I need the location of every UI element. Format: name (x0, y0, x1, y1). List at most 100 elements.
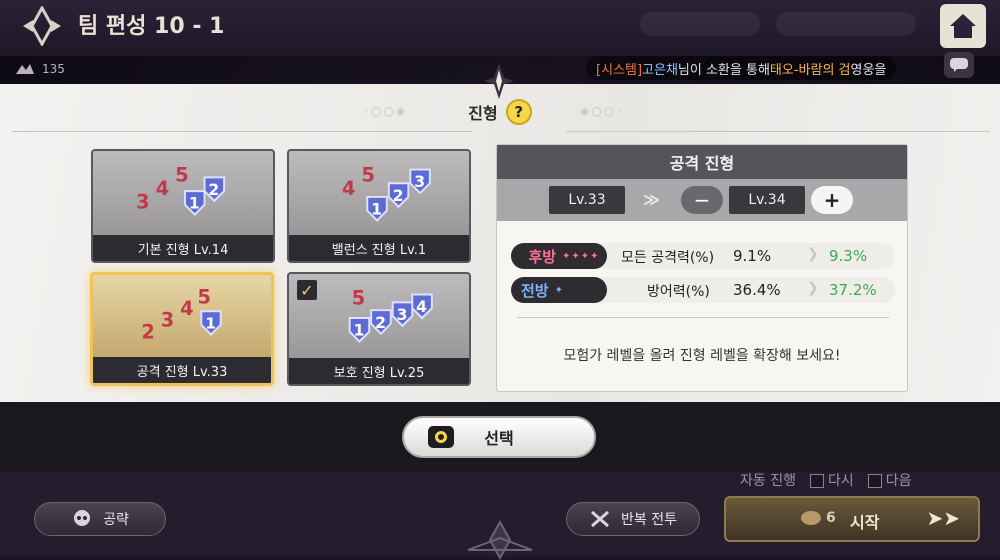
repeat-battle-button[interactable]: 반복 전투 (566, 502, 700, 536)
chat-text-2: 영웅을 (850, 62, 887, 78)
stat-name: 모든 공격력(%) (621, 250, 715, 266)
formation-figure-icon: 4 5 1 2 3 (342, 163, 431, 222)
svg-text:1: 1 (189, 194, 200, 213)
svg-text:4: 4 (342, 177, 356, 200)
svg-text:4: 4 (180, 297, 193, 320)
detail-note: 모험가 레벨을 올려 진형 레벨을 확장해 보세요! (563, 348, 841, 364)
formation-figure-icon: 5 1 2 3 4 (348, 286, 433, 343)
top-bar: 팀 편성 10 - 1 (0, 0, 1000, 56)
svg-text:2: 2 (375, 313, 386, 332)
svg-text:3: 3 (414, 172, 425, 191)
crossed-swords-icon (591, 510, 609, 528)
level-plus-button[interactable]: + (811, 186, 853, 214)
stat-value: 36.4% (733, 281, 781, 299)
select-button[interactable]: 선택 (402, 416, 596, 458)
option-next-label: 다음 (885, 473, 912, 489)
player-level: 135 (14, 62, 65, 76)
formation-detail: 공격 진형 Lv.33 ≫ − Lv.34 + 후방 ✦✦✦✦ 모든 공격력(%… (496, 144, 908, 392)
formation-label: 밸런스 진형 Lv.1 (289, 235, 469, 261)
stat-stars-icon: ✦✦✦✦ (562, 250, 600, 262)
svg-text:3: 3 (161, 309, 174, 332)
stamina-cost: 6 (800, 510, 836, 526)
option-retry[interactable]: 다시 (809, 470, 854, 490)
player-icon (16, 64, 34, 74)
current-level: Lv.33 (549, 186, 625, 214)
stat-tag-front: 전방 ✦ (511, 277, 607, 303)
stat-tag-label: 전방 (521, 281, 549, 300)
stat-tag-rear: 후방 ✦✦✦✦ (511, 243, 607, 269)
svg-text:2: 2 (208, 180, 219, 199)
stamina-icon (801, 511, 821, 525)
resource-slot-1 (640, 12, 760, 36)
back-icon (23, 6, 61, 46)
stat-value: 9.1% (733, 247, 772, 265)
page-title: 팀 편성 10 - 1 (78, 14, 225, 39)
skull-icon (74, 510, 91, 526)
svg-text:1: 1 (354, 321, 365, 340)
level-arrows-icon: ≫ (643, 190, 660, 209)
chevron-right-icon: ❯ (807, 246, 819, 262)
svg-text:5: 5 (352, 286, 366, 309)
formation-card-balance[interactable]: 4 5 1 2 3 밸런스 진형 Lv.1 (287, 149, 471, 263)
svg-text:4: 4 (416, 297, 427, 316)
home-button[interactable] (940, 4, 986, 48)
detail-divider (517, 317, 889, 318)
stat-stars-icon: ✦ (554, 284, 564, 296)
formation-figure-icon: 3 4 5 1 2 (136, 163, 226, 216)
auto-progress-options: 자동 진행 다시 다음 (740, 470, 912, 490)
svg-text:5: 5 (175, 163, 189, 186)
title-divider-right (566, 131, 990, 132)
stat-next-value: 37.2% (829, 281, 877, 299)
svg-text:5: 5 (361, 163, 375, 186)
start-label: 시작 (850, 513, 880, 532)
panel-title: 진형 (468, 104, 498, 123)
start-button[interactable]: 6 시작 ➤➤ (724, 496, 980, 542)
resource-slot-2 (776, 12, 916, 36)
level-minus-button[interactable]: − (681, 186, 723, 214)
formation-label: 보호 진형 Lv.25 (289, 358, 469, 384)
chat-icon (950, 58, 968, 72)
svg-text:5: 5 (197, 286, 210, 309)
auto-progress-label: 자동 진행 (740, 473, 796, 489)
chat-button[interactable] (944, 52, 974, 78)
checkbox-icon (867, 474, 882, 488)
svg-text:2: 2 (393, 186, 404, 205)
gamepad-button-icon (428, 426, 454, 448)
svg-text:4: 4 (156, 177, 170, 200)
stat-row-rear: 후방 ✦✦✦✦ 모든 공격력(%) 9.1% ❯ 9.3% (511, 243, 895, 269)
next-level: Lv.34 (729, 186, 805, 214)
help-button[interactable]: ? (505, 99, 532, 125)
diamond-ornament-icon (484, 63, 514, 99)
level-row: Lv.33 ≫ − Lv.34 + (497, 179, 907, 221)
svg-text:2: 2 (141, 320, 154, 343)
detail-title: 공격 진형 (497, 145, 907, 179)
select-button-label: 선택 (484, 429, 514, 448)
formation-label: 공격 진형 Lv.33 (93, 357, 271, 383)
chat-ticker[interactable]: [시스템] 고은채 님이 소환을 통해 태오-바람의 검 영웅을 (586, 56, 897, 80)
svg-text:3: 3 (136, 191, 150, 214)
stat-next-value: 9.3% (829, 247, 868, 265)
svg-text:1: 1 (205, 315, 216, 333)
strategy-label: 공략 (103, 512, 129, 528)
option-next[interactable]: 다음 (867, 470, 912, 490)
formation-card-basic[interactable]: 3 4 5 1 2 기본 진형 Lv.14 (91, 149, 275, 263)
svg-text:3: 3 (397, 305, 408, 324)
strategy-button[interactable]: 공략 (34, 502, 166, 536)
stamina-cost-value: 6 (826, 510, 836, 526)
chat-item-name: 태오-바람의 검 (769, 62, 851, 78)
player-level-value: 135 (42, 62, 65, 76)
svg-text:1: 1 (371, 200, 382, 219)
stat-row-front: 전방 ✦ 방어력(%) 36.4% ❯ 37.2% (511, 277, 895, 303)
formation-card-protect[interactable]: ✓ 5 1 2 3 4 보호 진형 Lv.25 (287, 272, 471, 386)
title-divider-left (12, 131, 472, 132)
stat-tag-label: 후방 (528, 247, 557, 266)
option-retry-label: 다시 (827, 473, 854, 489)
chat-user-name: 고은채 (642, 62, 678, 78)
center-ornament-icon (467, 520, 533, 560)
formation-card-attack[interactable]: 2 3 4 5 1 공격 진형 Lv.33 (90, 272, 274, 386)
checkbox-icon (809, 474, 824, 488)
double-arrow-icon: ➤➤ (926, 506, 960, 530)
panel-title-row: 진형 ? (0, 97, 1000, 127)
formation-figure-icon: 2 3 4 5 1 (141, 286, 222, 343)
back-button[interactable] (14, 4, 70, 48)
